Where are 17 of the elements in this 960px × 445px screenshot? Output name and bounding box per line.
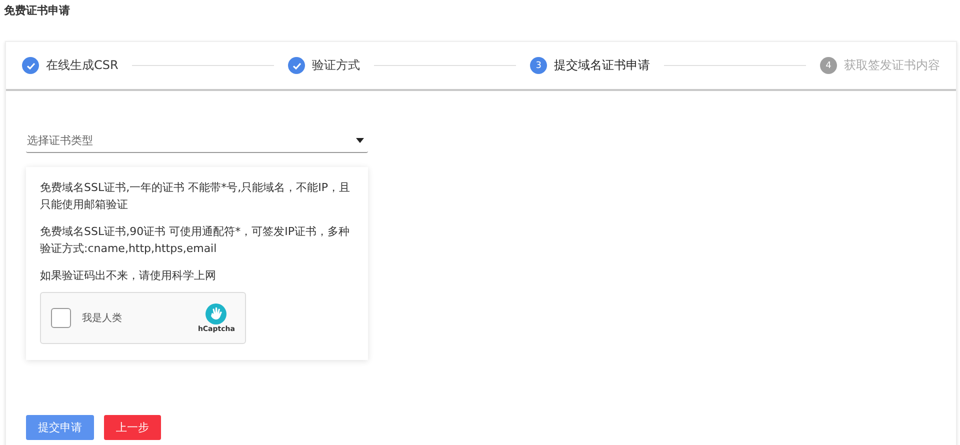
step-number: 4 <box>820 57 838 74</box>
note-text: 如果验证码出不来，请使用科学上网 <box>40 268 217 284</box>
step-label: 验证方式 <box>312 57 360 74</box>
certificate-type-select[interactable]: 选择证书类型 <box>26 129 368 153</box>
step-label: 获取签发证书内容 <box>844 57 940 74</box>
page-title: 免费证书申请 <box>3 3 71 19</box>
captcha-checkbox[interactable] <box>51 308 71 328</box>
step-number: 3 <box>530 57 548 74</box>
note-text: 免费域名SSL证书,90证书 可使用通配符*，可签发IP证书，多种验证方式:cname,http,https,email <box>40 224 350 257</box>
hand-logo-icon <box>205 303 228 325</box>
step-label: 提交域名证书申请 <box>554 57 650 74</box>
note-text: 免费域名SSL证书,一年的证书 不能带*号,只能域名，不能IP，且只能使用邮箱验证 <box>40 180 351 213</box>
step-label: 在线生成CSR <box>46 57 118 74</box>
submit-button[interactable]: 提交申请 <box>26 415 94 440</box>
back-button[interactable]: 上一步 <box>104 415 161 440</box>
caret-icon <box>356 138 364 143</box>
captcha-label: 我是人类 <box>82 312 123 325</box>
